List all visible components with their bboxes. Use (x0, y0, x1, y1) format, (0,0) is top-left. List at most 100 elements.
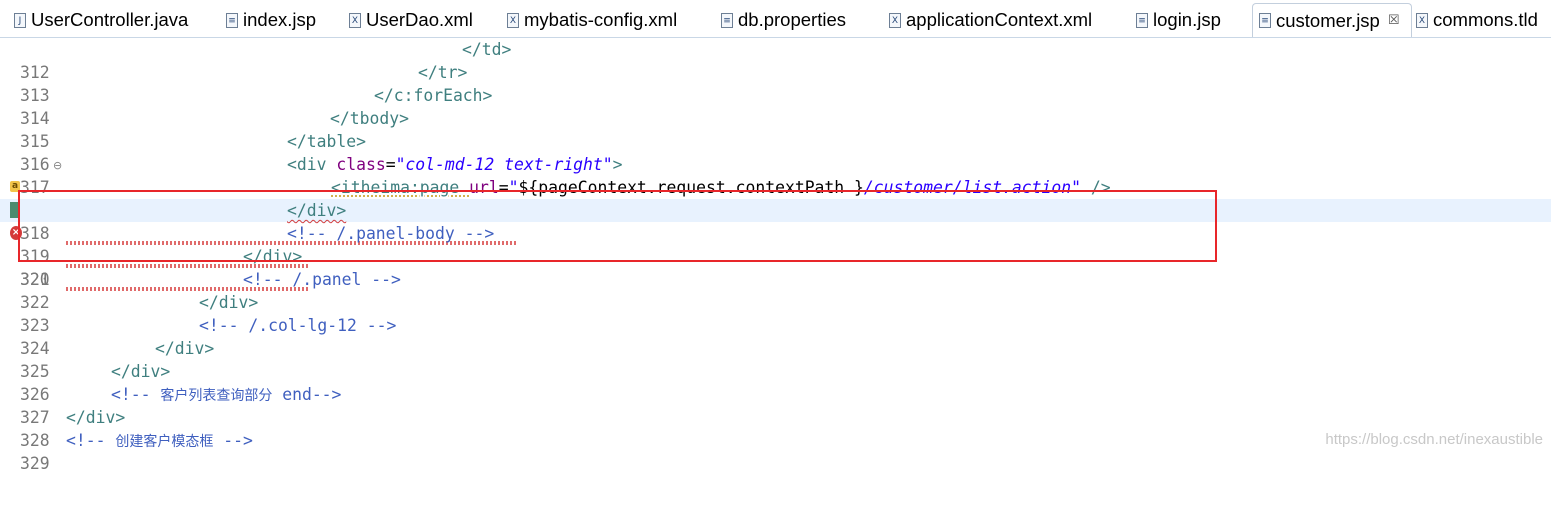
code-text[interactable]: <itheima:page url="${pageContext.request… (331, 176, 1111, 199)
code-text[interactable]: </td> (462, 38, 511, 61)
tab-commons-tld[interactable]: X commons.tld (1416, 3, 1538, 37)
jsp-file-icon: ≡ (226, 12, 238, 28)
tab-label: commons.tld (1433, 9, 1538, 30)
code-line[interactable]: 324 <!-- /.col-lg-12 --> (0, 314, 1551, 358)
code-text[interactable]: </tbody> (330, 107, 409, 130)
tab-label: mybatis-config.xml (524, 9, 678, 30)
code-text[interactable]: </table> (287, 130, 366, 153)
code-line[interactable]: 328 </div> (0, 406, 1551, 450)
tab-label: index.jsp (243, 9, 317, 30)
code-token: <!-- (111, 385, 161, 404)
java-file-icon: J (14, 12, 26, 28)
tab-login-jsp[interactable]: ≡ login.jsp (1136, 3, 1221, 37)
tab-db-properties[interactable]: ≡ db.properties (721, 3, 846, 37)
tab-label: customer.jsp (1276, 9, 1380, 31)
tab-label: login.jsp (1153, 9, 1221, 30)
xml-file-icon: X (349, 12, 361, 28)
close-icon[interactable]: ☒ (1388, 13, 1400, 28)
code-token: </tbody> (330, 109, 409, 128)
code-text[interactable]: <!-- 创建客户模态框 --> (66, 429, 253, 454)
code-token: </tr> (418, 63, 468, 82)
properties-file-icon: ≡ (721, 12, 733, 28)
code-token: = (385, 155, 396, 174)
xml-file-icon: X (507, 12, 519, 28)
watermark: https://blog.csdn.net/inexaustible (1325, 431, 1543, 448)
bookmark-icon[interactable] (10, 202, 18, 218)
tab-usercontroller-java[interactable]: J UserController.java (14, 3, 188, 37)
code-token: end--> (272, 385, 342, 404)
code-token: ${pageContext.request.contextPath } (518, 178, 864, 197)
code-token: <!-- /.col-lg-12 --> (199, 316, 397, 335)
code-text[interactable]: <!-- /.panel --> (243, 268, 401, 291)
tld-file-icon: X (1416, 12, 1428, 28)
jsp-file-icon: ≡ (1136, 12, 1148, 28)
code-text[interactable]: </c:forEach> (374, 84, 492, 107)
code-token: " (508, 178, 519, 197)
code-token: </div> (243, 247, 303, 266)
code-text[interactable]: <!-- 客户列表查询部分 end--> (111, 383, 341, 408)
code-token: </c:forEach> (374, 86, 493, 105)
code-line[interactable]: 315 </tbody> (0, 107, 1551, 151)
code-token: </div> (111, 362, 171, 381)
code-token: --> (213, 431, 253, 450)
code-token: class (336, 155, 386, 174)
code-token: > (612, 155, 623, 174)
code-line[interactable]: 327 <!-- 客户列表查询部分 end--> (0, 383, 1551, 427)
code-token: </div> (155, 339, 215, 358)
code-token: /customer/list.action" (863, 178, 1082, 197)
code-line[interactable]: 325 </div> (0, 337, 1551, 381)
code-line[interactable]: 316 </table> (0, 130, 1551, 174)
tab-label: db.properties (738, 9, 846, 30)
tab-index-jsp[interactable]: ≡ index.jsp (226, 3, 316, 37)
code-text[interactable]: </div> (199, 291, 258, 314)
code-line[interactable]: 329 <!-- 创建客户模态框 --> (0, 429, 1551, 473)
code-token: </table> (287, 132, 366, 151)
code-line[interactable]: 321 </div> (0, 245, 1551, 289)
jsp-file-icon: ≡ (1259, 13, 1271, 28)
code-text[interactable]: </div> (66, 406, 125, 429)
tab-label: UserController.java (31, 9, 189, 30)
code-line[interactable]: 314 </c:forEach> (0, 84, 1551, 128)
code-text[interactable]: <div class="col-md-12 text-right"> (287, 153, 623, 176)
code-token: <div (287, 155, 337, 174)
code-text[interactable]: <!-- /.panel-body --> (287, 222, 494, 245)
code-token: url (469, 178, 499, 197)
fold-collapse-icon[interactable]: ⊖ (53, 154, 62, 177)
code-line[interactable]: × 320 <!-- /.panel-body --> (0, 222, 1551, 289)
code-line[interactable]: 317 ⊖ <div class="col-md-12 text-right"> (0, 153, 1551, 197)
code-token: <!-- /.panel --> (243, 270, 401, 289)
code-token: </div> (199, 293, 259, 312)
code-text[interactable]: <!-- /.col-lg-12 --> (199, 314, 396, 337)
tab-applicationcontext-xml[interactable]: X applicationContext.xml (889, 3, 1092, 37)
code-text[interactable]: </div> (287, 199, 346, 222)
xml-file-icon: X (889, 12, 901, 28)
code-text[interactable]: </div> (111, 360, 170, 383)
code-editor[interactable]: 312 </td> 313 </tr> 314 </c:forEach> 315… (0, 38, 1551, 473)
warning-icon[interactable]: a (10, 181, 20, 192)
code-text[interactable]: </tr> (418, 61, 467, 84)
code-token: <itheima:page (331, 178, 470, 197)
code-token: 客户列表查询部分 (160, 388, 273, 404)
code-token: </div> (287, 201, 347, 220)
code-line[interactable]: 323 </div> (0, 291, 1551, 335)
code-text[interactable]: </div> (243, 245, 302, 268)
code-line[interactable]: a 318 <itheima:page url="${pageContext.r… (0, 176, 1551, 243)
code-line[interactable]: 312 </td> (0, 38, 1551, 82)
code-token: 创建客户模态框 (115, 434, 214, 450)
code-line[interactable]: 322 <!-- /.panel --> (0, 268, 1551, 312)
tab-mybatis-config-xml[interactable]: X mybatis-config.xml (507, 3, 677, 37)
code-line[interactable]: 313 </tr> (0, 61, 1551, 105)
code-line-current[interactable]: 319 </div> (0, 199, 1551, 266)
error-icon[interactable]: × (10, 226, 22, 240)
code-line[interactable]: 326 </div> (0, 360, 1551, 404)
code-token: "col-md-12 text-right" (395, 155, 613, 174)
code-token: </td> (462, 40, 512, 59)
tab-userdao-xml[interactable]: X UserDao.xml (349, 3, 473, 37)
code-text[interactable]: </div> (155, 337, 214, 360)
line-number: 329 (20, 454, 50, 473)
code-token: <!-- (66, 431, 116, 450)
tab-customer-jsp[interactable]: ≡ customer.jsp ☒ (1252, 3, 1412, 37)
code-token: /> (1081, 178, 1111, 197)
code-token: </div> (66, 408, 126, 427)
tab-label: UserDao.xml (366, 9, 473, 30)
